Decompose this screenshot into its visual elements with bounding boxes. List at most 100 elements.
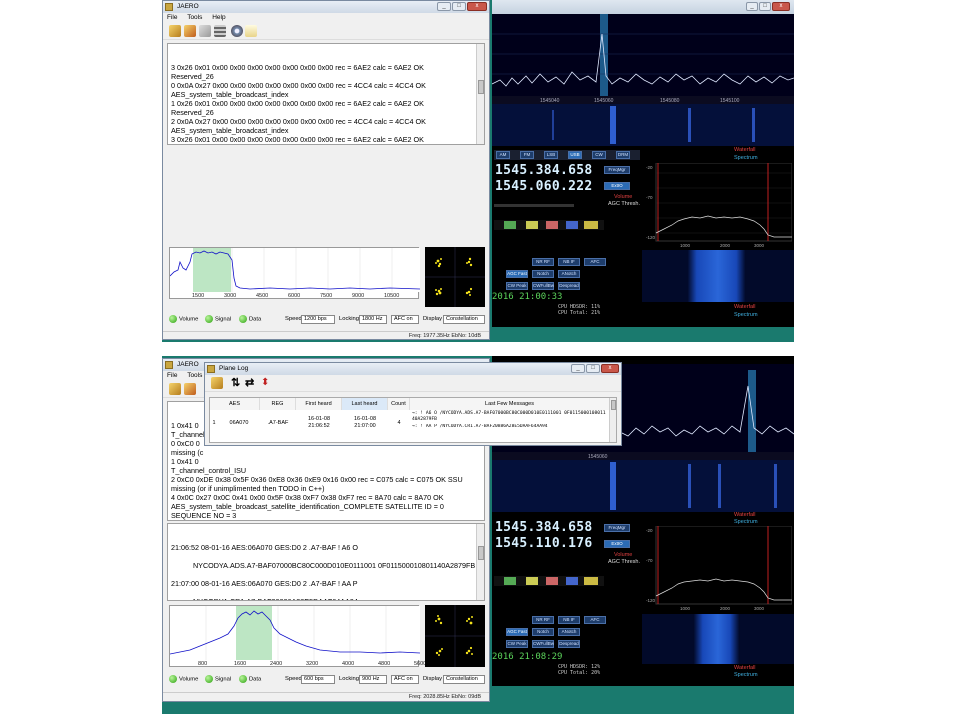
log-scrollbar[interactable] [476, 44, 484, 144]
col-last-heard[interactable]: Last heard [342, 398, 388, 410]
mode-cw[interactable]: CW [592, 151, 606, 159]
af-spectrum[interactable]: -20 -70 -120 1000 2000 3000 [644, 526, 792, 612]
grid-icon[interactable] [214, 25, 226, 37]
mode-fm[interactable]: FM [520, 151, 534, 159]
decoder-log[interactable]: 3 0x26 0x01 0x00 0x00 0x00 0x00 0x00 0x0… [167, 43, 485, 145]
volume-indicator: Volume [169, 315, 198, 323]
broom-icon[interactable] [169, 25, 181, 37]
constellation-plot[interactable] [425, 247, 485, 307]
message-scrollbar[interactable] [476, 524, 484, 600]
extio-button[interactable]: ExtIO [604, 540, 630, 548]
freqmgr-button[interactable]: FreqMgr [604, 524, 630, 532]
col-last-messages[interactable]: Last Few Messages [410, 398, 610, 410]
close-button[interactable]: x [772, 2, 790, 11]
gear-icon[interactable] [231, 25, 243, 37]
menu-tools[interactable]: Tools [187, 14, 202, 21]
afc-select[interactable]: AFC on [391, 675, 419, 684]
col-reg[interactable]: REG [260, 398, 296, 410]
cwfullbw-button[interactable]: CWFullBw [532, 640, 554, 648]
waterfall-label-2: Waterfall [734, 665, 756, 671]
rf-spectrum[interactable]: 1545040 1545060 1545080 1545100 [492, 14, 794, 146]
extio-button[interactable]: ExtIO [604, 182, 630, 190]
afc-button[interactable]: AFC [584, 258, 606, 266]
signal-spectrum[interactable]: 1500 3000 4500 6000 7500 9000 10500 [169, 247, 420, 299]
constellation-plot[interactable] [425, 605, 485, 667]
minimize-button[interactable]: _ [746, 2, 758, 11]
up-down-icon[interactable]: ⬍ [261, 377, 269, 389]
sort-arrows-icon[interactable]: ⇅ [231, 377, 240, 389]
broom-2-icon[interactable] [184, 383, 196, 395]
mode-drm[interactable]: DRM [616, 151, 630, 159]
plane-icon[interactable] [245, 25, 257, 37]
freqmgr-button[interactable]: FreqMgr [604, 166, 630, 174]
afc-button[interactable]: AFC [584, 616, 606, 624]
minimize-button[interactable]: _ [437, 2, 451, 11]
broom-icon[interactable] [169, 383, 181, 395]
lo-frequency[interactable]: 1545.384.658 [495, 520, 593, 535]
nr-rf-button[interactable]: NR RF [532, 616, 554, 624]
transport-controls[interactable] [494, 576, 604, 586]
maximize-button[interactable]: □ [759, 2, 771, 11]
nr-rf-button[interactable]: NR RF [532, 258, 554, 266]
anotch-button[interactable]: ANotch [558, 270, 580, 278]
mode-usb[interactable]: USB [568, 151, 582, 159]
menu-file[interactable]: File [167, 372, 177, 379]
col-aes[interactable]: AES [210, 398, 260, 410]
despread-button[interactable]: Despread [558, 640, 580, 648]
message-pane[interactable]: 21:06:52 08-01-16 AES:06A070 GES:D0 2 .A… [167, 523, 485, 601]
locking-select[interactable]: 900 Hz [359, 675, 387, 684]
speed-select[interactable]: 1200 bps [301, 315, 335, 324]
log-lines: 3 0x26 0x01 0x00 0x00 0x00 0x00 0x00 0x0… [171, 63, 481, 144]
locking-select[interactable]: 1800 Hz [359, 315, 387, 324]
agc-threshold-label: AGC Thresh. [608, 201, 640, 207]
maximize-button[interactable]: □ [586, 364, 600, 373]
mode-lsb[interactable]: LSB [544, 151, 558, 159]
speed-select[interactable]: 600 bps [301, 675, 335, 684]
volume-slider[interactable] [494, 204, 574, 207]
swap-arrows-icon[interactable]: ⇄ [245, 377, 254, 389]
maximize-button[interactable]: □ [452, 2, 466, 11]
col-first-heard[interactable]: First heard [296, 398, 342, 410]
col-count[interactable]: Count [388, 398, 410, 410]
cw-peak-button[interactable]: CW Peak [506, 282, 528, 290]
broom-2-icon[interactable] [184, 25, 196, 37]
transport-controls[interactable] [494, 220, 604, 230]
anotch-button[interactable]: ANotch [558, 628, 580, 636]
af-waterfall[interactable] [642, 614, 794, 664]
eraser-icon[interactable] [199, 25, 211, 37]
close-button[interactable]: x [601, 364, 619, 373]
cell-count: 4 [397, 420, 401, 426]
table-row[interactable]: 1 06A070 .A7-BAF 16-01-08 21:06:52 16-01… [210, 411, 610, 437]
table-scrollbar[interactable] [609, 398, 616, 442]
signal-indicator: Signal [205, 315, 231, 323]
menu-tools[interactable]: Tools [187, 372, 202, 379]
cwfullbw-button[interactable]: CWFullBw [532, 282, 554, 290]
mode-am[interactable]: AM [496, 151, 510, 159]
af-waterfall[interactable] [642, 250, 794, 302]
minimize-button[interactable]: _ [571, 364, 585, 373]
display-select[interactable]: Constellation [443, 315, 485, 324]
log-line: AES_system_table_broadcast_index [171, 126, 289, 135]
signal-spectrum[interactable]: 800 1600 2400 3200 4000 4800 5600 [169, 605, 426, 667]
tune-frequency[interactable]: 1545.060.222 [495, 179, 593, 194]
broom-icon[interactable] [211, 377, 223, 389]
af-spectrum[interactable]: -20 -70 -120 1000 2000 3000 [644, 163, 792, 249]
app-icon [165, 361, 173, 369]
cw-peak-button[interactable]: CW Peak [506, 640, 528, 648]
agc-fast-button[interactable]: AGC Fast [506, 628, 528, 636]
nb-if-button[interactable]: NB IF [558, 258, 580, 266]
display-select[interactable]: Constellation [443, 675, 485, 684]
despread-button[interactable]: Despread [558, 282, 580, 290]
notch-button[interactable]: Notch [532, 628, 554, 636]
close-button[interactable]: x [467, 2, 487, 11]
menu-file[interactable]: File [167, 14, 177, 21]
lo-frequency[interactable]: 1545.384.658 [495, 163, 593, 178]
agc-fast-button[interactable]: AGC Fast [506, 270, 528, 278]
nb-if-button[interactable]: NB IF [558, 616, 580, 624]
toolbar: ⇅ ⇄ ⬍ [205, 375, 621, 392]
afc-select[interactable]: AFC on [391, 315, 419, 324]
tune-frequency[interactable]: 1545.110.176 [495, 536, 593, 551]
notch-button[interactable]: Notch [532, 270, 554, 278]
menu-help[interactable]: Help [212, 14, 225, 21]
log-line: 3 0x26 0x01 0x00 0x00 0x00 0x00 0x00 0x0… [171, 63, 424, 72]
